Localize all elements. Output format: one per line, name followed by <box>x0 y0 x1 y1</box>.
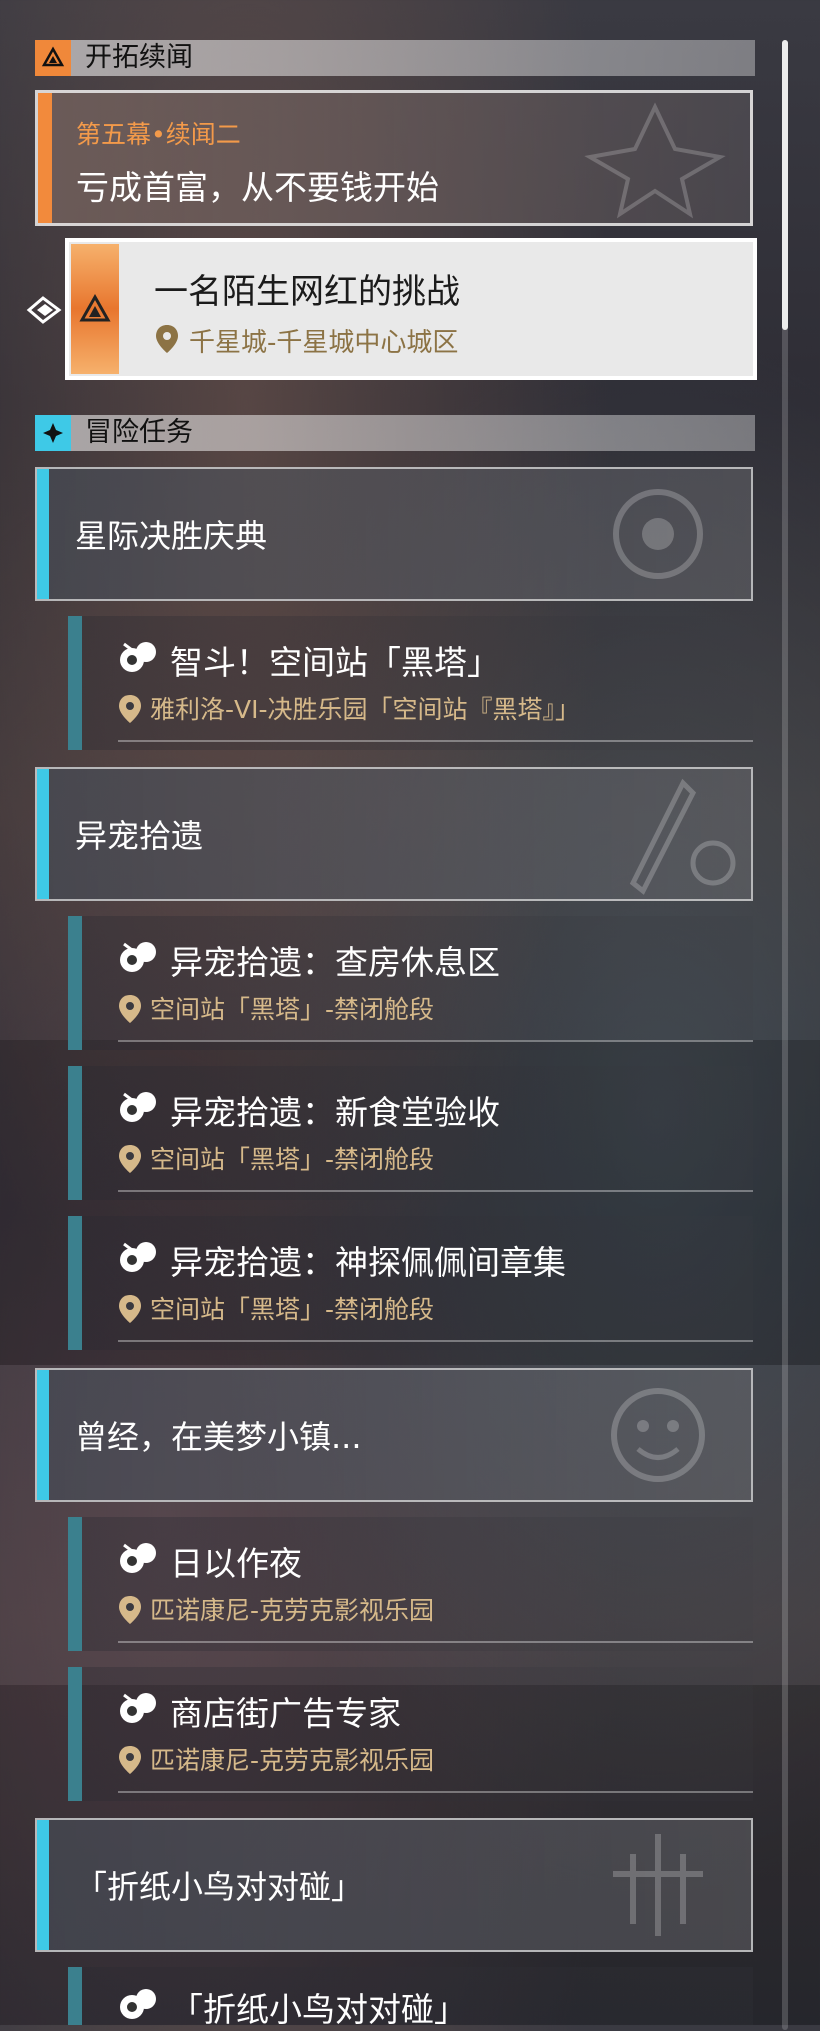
quest-location: 空间站「黑塔」-禁闭舱段 <box>150 995 435 1024</box>
quest-item[interactable]: 「折纸小鸟对对碰」 <box>68 1967 753 2029</box>
section-title: 开拓续闻 <box>85 42 193 73</box>
quest-type-icon <box>118 938 160 980</box>
adventure-icon <box>35 415 71 451</box>
quest-location: 雅利洛-VI-决胜乐园「空间站『黑塔』」 <box>150 695 581 724</box>
quest-item[interactable]: 智斗！空间站「黑塔」 雅利洛-VI-决胜乐园「空间站『黑塔』」 <box>68 616 753 750</box>
active-quest-card[interactable]: 一名陌生网红的挑战 千星城-千星城中心城区 <box>65 238 757 380</box>
location-pin-icon <box>118 1294 142 1328</box>
quest-bar <box>68 1517 82 1651</box>
quest-title: 「折纸小鸟对对碰」 <box>170 1990 467 2029</box>
quest-location: 千星城-千星城中心城区 <box>189 328 459 358</box>
card-accent <box>37 769 49 899</box>
category-card[interactable]: 「折纸小鸟对对碰」 <box>35 1818 753 1952</box>
card-accent <box>37 1370 49 1500</box>
card-accent <box>37 1820 49 1950</box>
section-header-adventure: 冒险任务 <box>35 415 755 451</box>
quest-bar <box>68 916 82 1050</box>
quest-type-icon <box>118 638 160 680</box>
category-card[interactable]: 星际决胜庆典 <box>35 467 753 601</box>
section-header-trailblaze: 开拓续闻 <box>35 40 755 76</box>
category-card[interactable]: 异宠拾遗 <box>35 767 753 901</box>
category-card[interactable]: 曾经，在美梦小镇... <box>35 1368 753 1502</box>
section-title: 冒险任务 <box>85 417 193 448</box>
quest-type-icon <box>71 244 119 374</box>
location-pin-icon <box>118 1745 142 1779</box>
divider <box>118 1791 753 1793</box>
scroll-thumb[interactable] <box>782 40 788 330</box>
divider <box>118 1340 753 1342</box>
quest-title: 日以作夜 <box>170 1544 302 1583</box>
chapter-title: 亏成首富，从不要钱开始 <box>76 168 439 207</box>
emblem-icon <box>613 489 703 579</box>
quest-bar <box>68 1667 82 1801</box>
category-title: 「折纸小鸟对对碰」 <box>75 1868 364 1906</box>
quest-item[interactable]: 异宠拾遗：新食堂验收 空间站「黑塔」-禁闭舱段 <box>68 1066 753 1200</box>
quest-location: 空间站「黑塔」-禁闭舱段 <box>150 1295 435 1324</box>
location-pin-icon <box>155 324 179 358</box>
trailblaze-chapter-card[interactable]: 第五幕•续闻二 亏成首富，从不要钱开始 <box>35 90 753 226</box>
quest-item[interactable]: 异宠拾遗：神探佩佩间章集 空间站「黑塔」-禁闭舱段 <box>68 1216 753 1350</box>
quest-title: 商店街广告专家 <box>170 1694 401 1733</box>
quest-type-icon <box>118 1689 160 1731</box>
tracking-arrow-icon <box>25 294 65 330</box>
quest-bar <box>68 616 82 750</box>
card-accent <box>37 469 49 599</box>
quest-type-icon <box>118 1539 160 1581</box>
quest-bar <box>68 1066 82 1200</box>
quest-location: 匹诺康尼-克劳克影视乐园 <box>150 1746 435 1775</box>
location-pin-icon <box>118 1595 142 1629</box>
quest-title: 一名陌生网红的挑战 <box>154 272 460 312</box>
divider <box>118 740 753 742</box>
emblem-icon <box>611 1388 705 1482</box>
quest-item[interactable]: 日以作夜 匹诺康尼-克劳克影视乐园 <box>68 1517 753 1651</box>
quest-location: 空间站「黑塔」-禁闭舱段 <box>150 1145 435 1174</box>
quest-title: 异宠拾遗：神探佩佩间章集 <box>170 1243 566 1282</box>
category-title: 曾经，在美梦小镇... <box>75 1418 362 1456</box>
emblem-icon <box>613 1834 703 1936</box>
category-title: 异宠拾遗 <box>75 817 204 855</box>
divider <box>118 1641 753 1643</box>
divider <box>118 1190 753 1192</box>
quest-item[interactable]: 异宠拾遗：查房休息区 空间站「黑塔」-禁闭舱段 <box>68 916 753 1050</box>
quest-type-icon <box>118 1985 160 2027</box>
divider <box>118 1040 753 1042</box>
location-pin-icon <box>118 994 142 1028</box>
chapter-label: 第五幕•续闻二 <box>76 120 241 149</box>
quest-location: 匹诺康尼-克劳克影视乐园 <box>150 1596 435 1625</box>
scroll-bar[interactable] <box>782 40 788 2030</box>
trailblaze-icon <box>35 40 71 76</box>
quest-bar <box>68 1967 82 2025</box>
quest-title: 异宠拾遗：新食堂验收 <box>170 1093 500 1132</box>
category-title: 星际决胜庆典 <box>75 517 268 555</box>
quest-title: 异宠拾遗：查房休息区 <box>170 943 500 982</box>
quest-type-icon <box>118 1238 160 1280</box>
quest-title: 智斗！空间站「黑塔」 <box>170 643 500 682</box>
emblem-icon <box>629 778 736 895</box>
emblem-icon <box>584 102 726 219</box>
location-pin-icon <box>118 694 142 728</box>
quest-bar <box>68 1216 82 1350</box>
card-accent <box>38 93 52 223</box>
quest-type-icon <box>118 1088 160 1130</box>
quest-item[interactable]: 商店街广告专家 匹诺康尼-克劳克影视乐园 <box>68 1667 753 1801</box>
location-pin-icon <box>118 1144 142 1178</box>
